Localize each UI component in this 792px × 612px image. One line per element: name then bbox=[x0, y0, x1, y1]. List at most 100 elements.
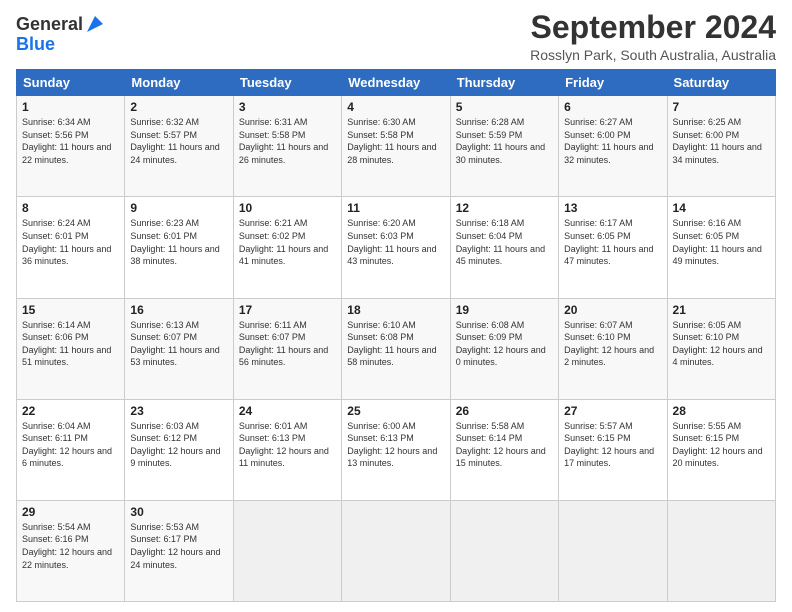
day-info: Sunrise: 6:18 AMSunset: 6:04 PMDaylight:… bbox=[456, 218, 545, 266]
table-row: 10 Sunrise: 6:21 AMSunset: 6:02 PMDaylig… bbox=[233, 197, 341, 298]
table-row: 12 Sunrise: 6:18 AMSunset: 6:04 PMDaylig… bbox=[450, 197, 558, 298]
day-number: 11 bbox=[347, 201, 444, 215]
day-info: Sunrise: 6:03 AMSunset: 6:12 PMDaylight:… bbox=[130, 421, 220, 469]
day-info: Sunrise: 6:16 AMSunset: 6:05 PMDaylight:… bbox=[673, 218, 762, 266]
day-info: Sunrise: 6:13 AMSunset: 6:07 PMDaylight:… bbox=[130, 320, 219, 368]
table-row bbox=[450, 500, 558, 601]
day-number: 6 bbox=[564, 100, 661, 114]
day-info: Sunrise: 5:57 AMSunset: 6:15 PMDaylight:… bbox=[564, 421, 654, 469]
day-number: 25 bbox=[347, 404, 444, 418]
table-row: 15 Sunrise: 6:14 AMSunset: 6:06 PMDaylig… bbox=[17, 298, 125, 399]
table-row: 19 Sunrise: 6:08 AMSunset: 6:09 PMDaylig… bbox=[450, 298, 558, 399]
calendar-header-row: Sunday Monday Tuesday Wednesday Thursday… bbox=[17, 70, 776, 96]
day-info: Sunrise: 6:30 AMSunset: 5:58 PMDaylight:… bbox=[347, 117, 436, 165]
day-number: 29 bbox=[22, 505, 119, 519]
day-number: 2 bbox=[130, 100, 227, 114]
table-row bbox=[342, 500, 450, 601]
table-row: 29 Sunrise: 5:54 AMSunset: 6:16 PMDaylig… bbox=[17, 500, 125, 601]
day-number: 10 bbox=[239, 201, 336, 215]
location: Rosslyn Park, South Australia, Australia bbox=[530, 47, 776, 63]
day-info: Sunrise: 6:05 AMSunset: 6:10 PMDaylight:… bbox=[673, 320, 763, 368]
table-row: 18 Sunrise: 6:10 AMSunset: 6:08 PMDaylig… bbox=[342, 298, 450, 399]
day-info: Sunrise: 6:20 AMSunset: 6:03 PMDaylight:… bbox=[347, 218, 436, 266]
logo-blue-text: Blue bbox=[16, 34, 55, 55]
table-row: 20 Sunrise: 6:07 AMSunset: 6:10 PMDaylig… bbox=[559, 298, 667, 399]
day-info: Sunrise: 6:10 AMSunset: 6:08 PMDaylight:… bbox=[347, 320, 436, 368]
day-number: 27 bbox=[564, 404, 661, 418]
day-info: Sunrise: 6:25 AMSunset: 6:00 PMDaylight:… bbox=[673, 117, 762, 165]
col-tuesday: Tuesday bbox=[233, 70, 341, 96]
table-row: 28 Sunrise: 5:55 AMSunset: 6:15 PMDaylig… bbox=[667, 399, 775, 500]
table-row: 13 Sunrise: 6:17 AMSunset: 6:05 PMDaylig… bbox=[559, 197, 667, 298]
day-number: 21 bbox=[673, 303, 770, 317]
day-number: 14 bbox=[673, 201, 770, 215]
logo: General Blue bbox=[16, 14, 105, 55]
logo-triangle-icon bbox=[85, 14, 105, 34]
day-info: Sunrise: 6:27 AMSunset: 6:00 PMDaylight:… bbox=[564, 117, 653, 165]
day-info: Sunrise: 6:28 AMSunset: 5:59 PMDaylight:… bbox=[456, 117, 545, 165]
table-row bbox=[559, 500, 667, 601]
day-info: Sunrise: 6:32 AMSunset: 5:57 PMDaylight:… bbox=[130, 117, 219, 165]
table-row: 1 Sunrise: 6:34 AMSunset: 5:56 PMDayligh… bbox=[17, 96, 125, 197]
day-info: Sunrise: 6:07 AMSunset: 6:10 PMDaylight:… bbox=[564, 320, 654, 368]
day-number: 5 bbox=[456, 100, 553, 114]
day-info: Sunrise: 6:24 AMSunset: 6:01 PMDaylight:… bbox=[22, 218, 111, 266]
col-friday: Friday bbox=[559, 70, 667, 96]
calendar-page: General Blue September 2024 Rosslyn Park… bbox=[0, 0, 792, 612]
day-number: 17 bbox=[239, 303, 336, 317]
table-row bbox=[233, 500, 341, 601]
day-info: Sunrise: 6:14 AMSunset: 6:06 PMDaylight:… bbox=[22, 320, 111, 368]
day-info: Sunrise: 6:08 AMSunset: 6:09 PMDaylight:… bbox=[456, 320, 546, 368]
table-row: 7 Sunrise: 6:25 AMSunset: 6:00 PMDayligh… bbox=[667, 96, 775, 197]
day-info: Sunrise: 6:23 AMSunset: 6:01 PMDaylight:… bbox=[130, 218, 219, 266]
day-info: Sunrise: 6:04 AMSunset: 6:11 PMDaylight:… bbox=[22, 421, 112, 469]
col-sunday: Sunday bbox=[17, 70, 125, 96]
table-row: 4 Sunrise: 6:30 AMSunset: 5:58 PMDayligh… bbox=[342, 96, 450, 197]
day-number: 26 bbox=[456, 404, 553, 418]
col-saturday: Saturday bbox=[667, 70, 775, 96]
table-row: 5 Sunrise: 6:28 AMSunset: 5:59 PMDayligh… bbox=[450, 96, 558, 197]
table-row: 8 Sunrise: 6:24 AMSunset: 6:01 PMDayligh… bbox=[17, 197, 125, 298]
day-info: Sunrise: 5:58 AMSunset: 6:14 PMDaylight:… bbox=[456, 421, 546, 469]
table-row: 23 Sunrise: 6:03 AMSunset: 6:12 PMDaylig… bbox=[125, 399, 233, 500]
day-info: Sunrise: 6:31 AMSunset: 5:58 PMDaylight:… bbox=[239, 117, 328, 165]
day-info: Sunrise: 5:53 AMSunset: 6:17 PMDaylight:… bbox=[130, 522, 220, 570]
day-info: Sunrise: 6:11 AMSunset: 6:07 PMDaylight:… bbox=[239, 320, 328, 368]
day-number: 3 bbox=[239, 100, 336, 114]
calendar-week-row: 1 Sunrise: 6:34 AMSunset: 5:56 PMDayligh… bbox=[17, 96, 776, 197]
calendar-week-row: 29 Sunrise: 5:54 AMSunset: 6:16 PMDaylig… bbox=[17, 500, 776, 601]
calendar-week-row: 8 Sunrise: 6:24 AMSunset: 6:01 PMDayligh… bbox=[17, 197, 776, 298]
month-title: September 2024 bbox=[530, 10, 776, 45]
calendar-table: Sunday Monday Tuesday Wednesday Thursday… bbox=[16, 69, 776, 602]
day-number: 19 bbox=[456, 303, 553, 317]
calendar-week-row: 22 Sunrise: 6:04 AMSunset: 6:11 PMDaylig… bbox=[17, 399, 776, 500]
table-row: 27 Sunrise: 5:57 AMSunset: 6:15 PMDaylig… bbox=[559, 399, 667, 500]
day-number: 20 bbox=[564, 303, 661, 317]
table-row: 9 Sunrise: 6:23 AMSunset: 6:01 PMDayligh… bbox=[125, 197, 233, 298]
title-section: September 2024 Rosslyn Park, South Austr… bbox=[530, 10, 776, 63]
table-row: 6 Sunrise: 6:27 AMSunset: 6:00 PMDayligh… bbox=[559, 96, 667, 197]
day-number: 1 bbox=[22, 100, 119, 114]
day-number: 24 bbox=[239, 404, 336, 418]
day-info: Sunrise: 6:17 AMSunset: 6:05 PMDaylight:… bbox=[564, 218, 653, 266]
table-row: 21 Sunrise: 6:05 AMSunset: 6:10 PMDaylig… bbox=[667, 298, 775, 399]
calendar-week-row: 15 Sunrise: 6:14 AMSunset: 6:06 PMDaylig… bbox=[17, 298, 776, 399]
day-number: 13 bbox=[564, 201, 661, 215]
table-row: 16 Sunrise: 6:13 AMSunset: 6:07 PMDaylig… bbox=[125, 298, 233, 399]
day-number: 28 bbox=[673, 404, 770, 418]
day-number: 16 bbox=[130, 303, 227, 317]
table-row: 22 Sunrise: 6:04 AMSunset: 6:11 PMDaylig… bbox=[17, 399, 125, 500]
day-info: Sunrise: 5:55 AMSunset: 6:15 PMDaylight:… bbox=[673, 421, 763, 469]
header: General Blue September 2024 Rosslyn Park… bbox=[16, 10, 776, 63]
table-row: 3 Sunrise: 6:31 AMSunset: 5:58 PMDayligh… bbox=[233, 96, 341, 197]
day-number: 15 bbox=[22, 303, 119, 317]
table-row: 26 Sunrise: 5:58 AMSunset: 6:14 PMDaylig… bbox=[450, 399, 558, 500]
table-row: 30 Sunrise: 5:53 AMSunset: 6:17 PMDaylig… bbox=[125, 500, 233, 601]
table-row: 24 Sunrise: 6:01 AMSunset: 6:13 PMDaylig… bbox=[233, 399, 341, 500]
day-number: 4 bbox=[347, 100, 444, 114]
table-row: 11 Sunrise: 6:20 AMSunset: 6:03 PMDaylig… bbox=[342, 197, 450, 298]
logo-general-text: General bbox=[16, 15, 83, 33]
day-info: Sunrise: 6:34 AMSunset: 5:56 PMDaylight:… bbox=[22, 117, 111, 165]
col-wednesday: Wednesday bbox=[342, 70, 450, 96]
day-number: 12 bbox=[456, 201, 553, 215]
